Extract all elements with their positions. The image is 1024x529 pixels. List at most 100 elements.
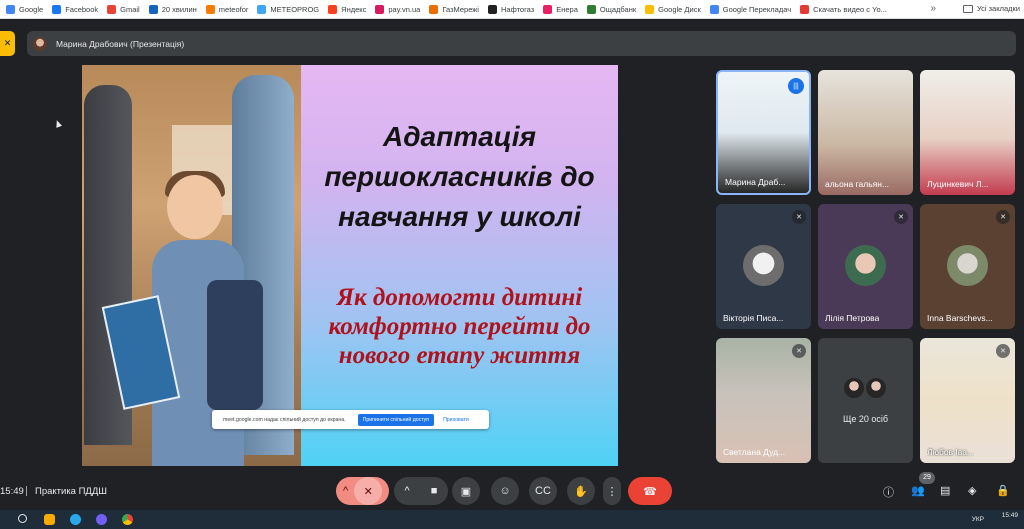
phone-end-icon: ☎ [643,485,657,498]
bookmark-label: Google Диск [658,4,701,14]
participant-name: альона гальян... [825,179,890,189]
bookmarks-bar: Google Facebook Gmail 20 хвилин meteofor METE… [0,0,1024,19]
bookmark-item[interactable]: Gmail [107,4,140,14]
bookmark-item[interactable]: pay.vn.ua [375,4,420,14]
bookmark-favicon-icon [148,4,158,14]
bookmark-item[interactable]: Нафтогаз [487,4,534,14]
bookmark-favicon-icon [6,4,15,14]
reactions-button[interactable]: ☺ [491,477,519,505]
camera-toggle-button[interactable]: ^ ■ [394,477,448,505]
bookmark-label: Google [19,4,44,14]
bookmark-item[interactable]: Енера [543,4,578,14]
participant-name: Вікторія Писа... [723,313,784,323]
emoji-icon: ☺ [499,485,511,497]
all-bookmarks-label: Усі закладки [976,4,1020,13]
speaking-indicator-icon: ||| [788,78,804,94]
chat-icon[interactable]: ▤ [940,484,950,497]
presenter-avatar [33,36,47,51]
bookmark-label: ГазМережі [442,4,479,14]
avatar [845,245,886,286]
participant-name: Марина Драб... [725,177,786,187]
avatar [947,245,988,286]
raise-hand-button[interactable]: ✋ [567,477,595,505]
bookmark-item[interactable]: meteofor [205,4,248,14]
bookmark-favicon-icon [205,4,215,14]
leave-call-button[interactable]: ☎ [628,477,672,505]
mic-toggle-button[interactable]: ^ ✕ [336,477,389,505]
bookmark-item[interactable]: Google [6,4,44,14]
hide-prompt-button[interactable]: Приховати [443,417,469,423]
bookmark-item[interactable]: Google Перекладач [709,4,792,14]
participant-tile[interactable]: ✕ Любов Іва... [920,338,1015,463]
bookmark-favicon-icon [645,4,655,14]
bookmark-item[interactable]: METEOPROG [257,4,319,14]
avatar [864,376,888,400]
participant-name: Любов Іва... [927,447,975,457]
presenter-banner: Марина Драбович (Презентація) [27,31,1016,56]
bookmark-label: 20 хвилин [161,4,197,14]
lock-icon[interactable]: 🔒 [996,484,1010,497]
participant-count-badge: 29 [919,472,935,484]
presenter-label: Марина Драбович (Презентація) [56,38,185,49]
participant-name: Inna Barschevs... [927,313,993,323]
slide-subtitle: Як допомогти дитині комфортно перейти до… [328,284,591,369]
captions-icon: CC [535,485,551,497]
folder-icon [962,4,973,13]
more-vert-icon: ⋮ [606,485,618,498]
mic-off-icon: ✕ [792,210,806,224]
bookmark-favicon-icon [375,4,385,14]
participant-tile[interactable]: ✕ Лілія Петрова [818,204,913,329]
meeting-name: Практика ПДДШ [35,486,108,497]
bookmark-item[interactable]: Facebook [52,4,98,14]
camera-icon: ■ [430,485,438,497]
participant-tile[interactable]: ||| Марина Драб... [716,70,811,195]
bookmark-label: Google Перекладач [722,4,792,14]
chrome-icon[interactable] [122,514,133,525]
bookmark-favicon-icon [586,4,596,14]
participant-tile[interactable]: Луцинкевич Л... [920,70,1015,195]
activities-icon[interactable]: ◈ [968,484,976,497]
people-icon[interactable]: 👥 [911,484,925,497]
screen-share-prompt: meet.google.com надає спільний доступ до… [212,410,489,429]
slide-photo [82,65,301,466]
share-prompt-text: meet.google.com надає спільний доступ до… [223,416,346,423]
search-icon[interactable] [18,514,27,523]
all-bookmarks-button[interactable]: Усі закладки [962,4,1020,13]
participant-grid: ||| Марина Драб... альона гальян... Луци… [716,70,1016,463]
chevron-up-icon[interactable]: ^ [343,485,348,497]
meet-window: ✕ Марина Драбович (Презентація) Адаптаці… [0,19,1024,510]
camera-off-icon[interactable]: ✕ [0,31,15,56]
present-icon: ▣ [460,485,472,498]
file-explorer-icon[interactable] [44,514,55,525]
bookmark-item[interactable]: Скачать видео с Yo... [800,4,887,14]
captions-button[interactable]: CC [529,477,557,505]
viber-icon[interactable] [96,514,107,525]
stop-sharing-button[interactable]: Припинити спільний доступ [357,413,435,426]
telegram-icon[interactable] [70,514,81,525]
bookmark-item[interactable]: Ощадбанк [586,4,636,14]
bookmark-favicon-icon [52,4,62,14]
participant-tile[interactable]: ✕ Вікторія Писа... [716,204,811,329]
participant-tile[interactable]: ✕ Светлана Дуд... [716,338,811,463]
bookmark-item[interactable]: 20 хвилин [148,4,197,14]
bookmark-favicon-icon [429,4,439,14]
bookmark-item[interactable]: Google Диск [645,4,701,14]
participant-name: Светлана Дуд... [723,447,786,457]
bookmark-item[interactable]: Яндекс [328,4,366,14]
system-clock[interactable]: 15:49 [1002,512,1018,520]
bookmark-label: Енера [556,4,578,14]
more-options-button[interactable]: ⋮ [603,477,621,505]
avatar [743,245,784,286]
present-screen-button[interactable]: ▣ [452,477,480,505]
participant-tile[interactable]: альона гальян... [818,70,913,195]
bookmarks-overflow-button[interactable]: » [930,3,936,14]
taskbar: УКР 15:49 [0,510,1024,529]
chevron-up-icon[interactable]: ^ [405,485,410,497]
participant-tile[interactable]: ✕ Inna Barschevs... [920,204,1015,329]
bookmark-item[interactable]: ГазМережі [429,4,479,14]
participant-name: Лілія Петрова [825,313,880,323]
language-indicator[interactable]: УКР [972,516,984,523]
info-icon[interactable]: ⓘ [883,484,894,500]
more-participants-tile[interactable]: Ще 20 осіб [818,338,913,463]
mic-off-icon: ✕ [354,477,383,505]
